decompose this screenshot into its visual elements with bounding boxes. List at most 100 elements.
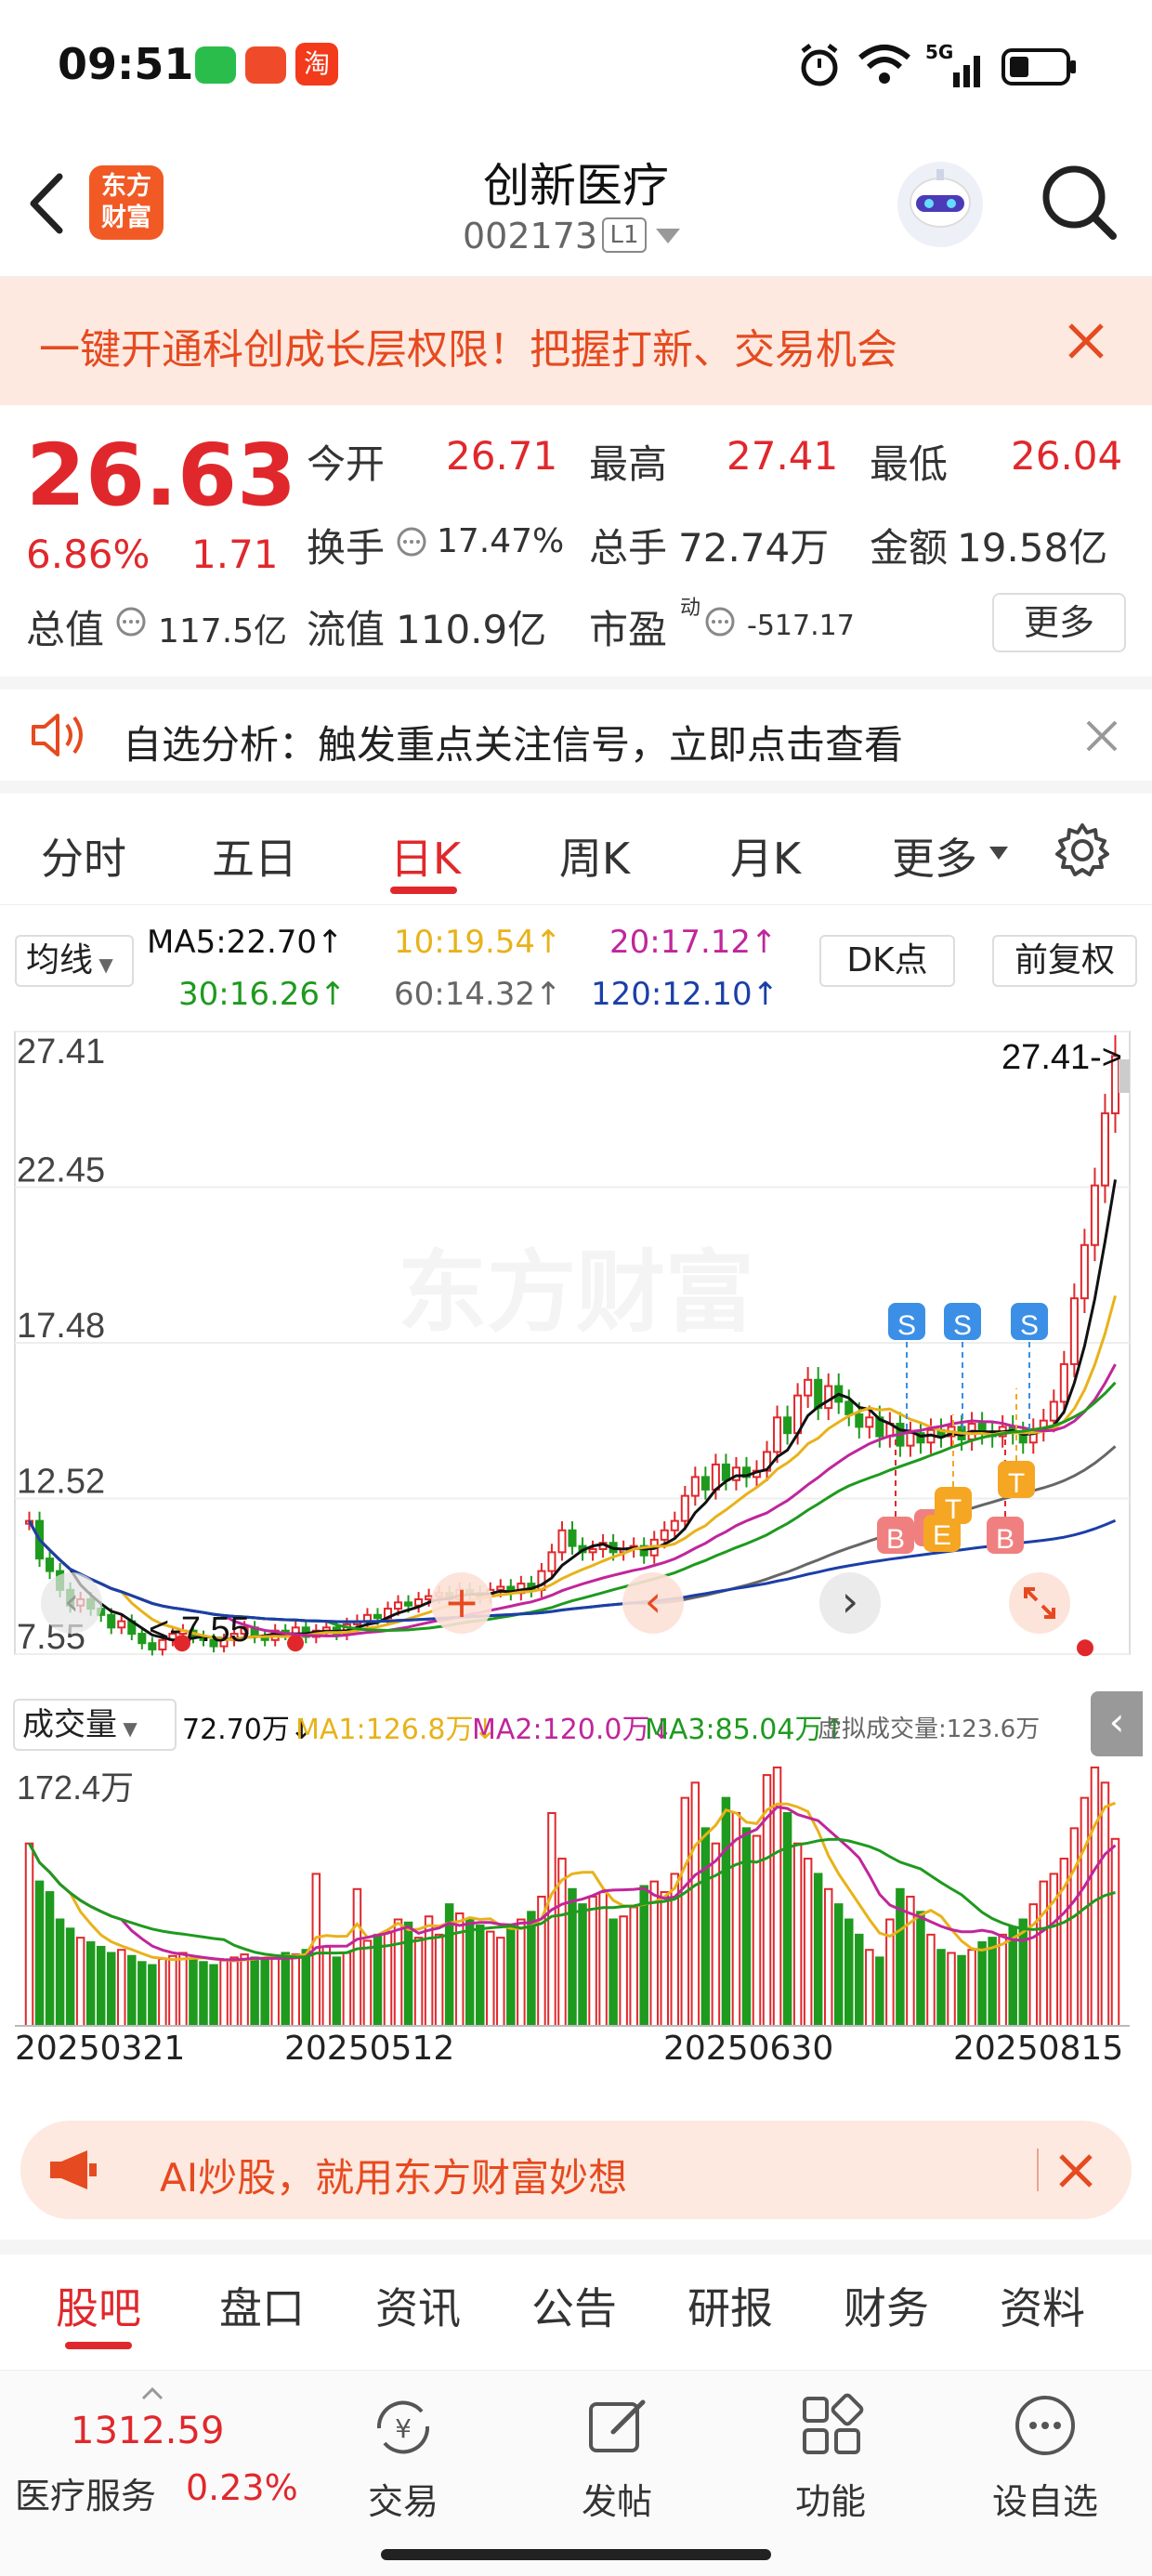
candle: [824, 1385, 833, 1410]
scroll-left-button[interactable]: ‹: [41, 1572, 102, 1634]
sell-signal-label: S: [953, 1310, 972, 1341]
volume-bar: [506, 1927, 516, 2028]
close-icon[interactable]: [1085, 719, 1119, 753]
promo-banner[interactable]: 一键开通科创成长层权限！把握打新、交易机会: [0, 277, 1152, 405]
tab-more[interactable]: 更多: [879, 825, 990, 887]
current-price: 26.63: [26, 426, 297, 525]
indicator-selector[interactable]: 成交量 ▼: [13, 1699, 177, 1751]
apps-grid-icon[interactable]: [799, 2393, 864, 2458]
tab-news[interactable]: 资讯: [362, 2275, 474, 2336]
change-percent: 6.86%: [26, 532, 151, 577]
divider: [1037, 2149, 1039, 2191]
tab-orderbook[interactable]: 盘口: [206, 2275, 318, 2336]
candle: [660, 1529, 669, 1541]
y-tick-label: 12.52: [17, 1463, 105, 1502]
volume-bar: [1100, 1781, 1110, 2028]
volume-bar: [229, 1956, 239, 2027]
kline-chart-area[interactable]: 均线 ▼ MA5:22.70↑ 10:19.54↑ 20:17.12↑ 30:1…: [0, 905, 1152, 2104]
info-icon[interactable]: [396, 526, 427, 558]
ai-banner-text[interactable]: AI炒股，就用东方财富妙想: [160, 2147, 627, 2203]
yuan-exchange-icon[interactable]: ¥: [368, 2395, 439, 2460]
fullscreen-icon[interactable]: [1009, 1572, 1070, 1634]
close-icon[interactable]: [1067, 322, 1106, 361]
sector-percent: 0.23%: [186, 2467, 298, 2508]
volume-bar: [127, 1954, 137, 2027]
volume-bar: [988, 1937, 997, 2027]
notice-text[interactable]: 自选分析：触发重点关注信号，立即点击查看: [123, 714, 903, 770]
volume-bar: [393, 1918, 403, 2027]
trade-label[interactable]: 交易: [347, 2473, 459, 2524]
info-icon[interactable]: [115, 606, 147, 637]
pe-superscript: 动: [680, 597, 701, 620]
dropdown-caret-icon[interactable]: [988, 846, 1009, 861]
volume-bar: [865, 1949, 874, 2027]
y-tick-label: 17.48: [17, 1307, 105, 1346]
level-badge[interactable]: L1: [602, 217, 647, 253]
more-button[interactable]: 更多: [992, 593, 1126, 652]
volume-bar: [270, 1954, 280, 2027]
amount-label: 金额: [870, 525, 949, 571]
tab-announcements[interactable]: 公告: [518, 2275, 630, 2336]
candle: [1080, 1243, 1089, 1300]
zoom-in-button[interactable]: +: [431, 1572, 492, 1634]
pe-label: 市盈: [589, 607, 668, 652]
adjust-button[interactable]: 前复权: [992, 935, 1137, 987]
t-signal-label: T: [1008, 1468, 1025, 1499]
close-icon[interactable]: [1057, 2152, 1094, 2189]
ma-selector[interactable]: 均线 ▼: [15, 935, 134, 987]
candle: [670, 1519, 679, 1531]
tab-five-day[interactable]: 五日: [199, 825, 310, 887]
notice-bar[interactable]: 自选分析：触发重点关注信号，立即点击查看: [0, 677, 1152, 794]
tab-profile[interactable]: 资料: [987, 2275, 1098, 2336]
sector-index-value[interactable]: 1312.59: [71, 2410, 224, 2452]
candle: [844, 1400, 854, 1415]
volume-bar: [117, 1949, 126, 2027]
volume-bar: [833, 1903, 844, 2027]
more-dots-icon[interactable]: [1013, 2393, 1078, 2458]
dropdown-caret-icon[interactable]: [654, 227, 682, 245]
vol-ma1: MA1:126.8万↓: [295, 1714, 497, 1746]
move-right-button[interactable]: ›: [819, 1572, 881, 1634]
amount-value: 19.58亿: [957, 525, 1108, 571]
volume-label: 总手: [589, 525, 668, 571]
info-icon[interactable]: [704, 606, 736, 637]
volume-bar: [260, 1958, 269, 2028]
tab-intraday[interactable]: 分时: [28, 825, 139, 887]
tab-daily-k[interactable]: 日K: [370, 825, 481, 887]
watermark-text: 东方财富: [398, 1241, 754, 1345]
ai-banner[interactable]: AI炒股，就用东方财富妙想: [20, 2121, 1132, 2219]
tab-finance[interactable]: 财务: [831, 2275, 942, 2336]
volume-bar: [619, 1915, 628, 2027]
candlestick-chart[interactable]: 27.4122.4517.4812.527.55东方财富27.41-><-7.5…: [0, 1017, 1152, 1686]
tab-monthly-k[interactable]: 月K: [710, 825, 821, 887]
post-label[interactable]: 发帖: [561, 2473, 673, 2524]
volume-bar: [465, 1918, 475, 2027]
speaker-icon: [32, 714, 83, 756]
search-icon[interactable]: [1039, 162, 1119, 242]
volume-chart[interactable]: 172.4万: [0, 1758, 1152, 2037]
change-amount: 1.71: [191, 532, 279, 577]
volume-bar: [189, 1958, 198, 2028]
chevron-up-icon[interactable]: [141, 2387, 164, 2400]
dk-point-button[interactable]: DK点: [819, 935, 955, 987]
settings-gear-icon[interactable]: [1054, 821, 1111, 879]
tab-research[interactable]: 研报: [674, 2275, 786, 2336]
tab-forum[interactable]: 股吧: [43, 2275, 154, 2336]
promo-text[interactable]: 一键开通科创成长层权限！把握打新、交易机会: [39, 316, 897, 375]
wifi-icon: [858, 45, 910, 84]
active-tab-indicator: [390, 887, 457, 894]
move-left-button[interactable]: ‹: [622, 1572, 684, 1634]
sector-name[interactable]: 医疗服务: [15, 2467, 156, 2518]
tab-weekly-k[interactable]: 周K: [539, 825, 650, 887]
add-watchlist-label[interactable]: 设自选: [987, 2473, 1104, 2524]
function-label[interactable]: 功能: [775, 2473, 886, 2524]
collapse-panel-button[interactable]: ‹: [1091, 1691, 1143, 1756]
robot-assistant-icon[interactable]: [894, 158, 987, 251]
candle: [404, 1601, 413, 1607]
volume-bar: [752, 1834, 762, 2027]
volume-bar: [321, 1945, 332, 2028]
edit-post-icon[interactable]: [585, 2393, 650, 2458]
turnover-value: 17.47%: [437, 522, 565, 560]
volume-bar: [527, 1911, 536, 2028]
volume-bar: [240, 1953, 249, 2027]
